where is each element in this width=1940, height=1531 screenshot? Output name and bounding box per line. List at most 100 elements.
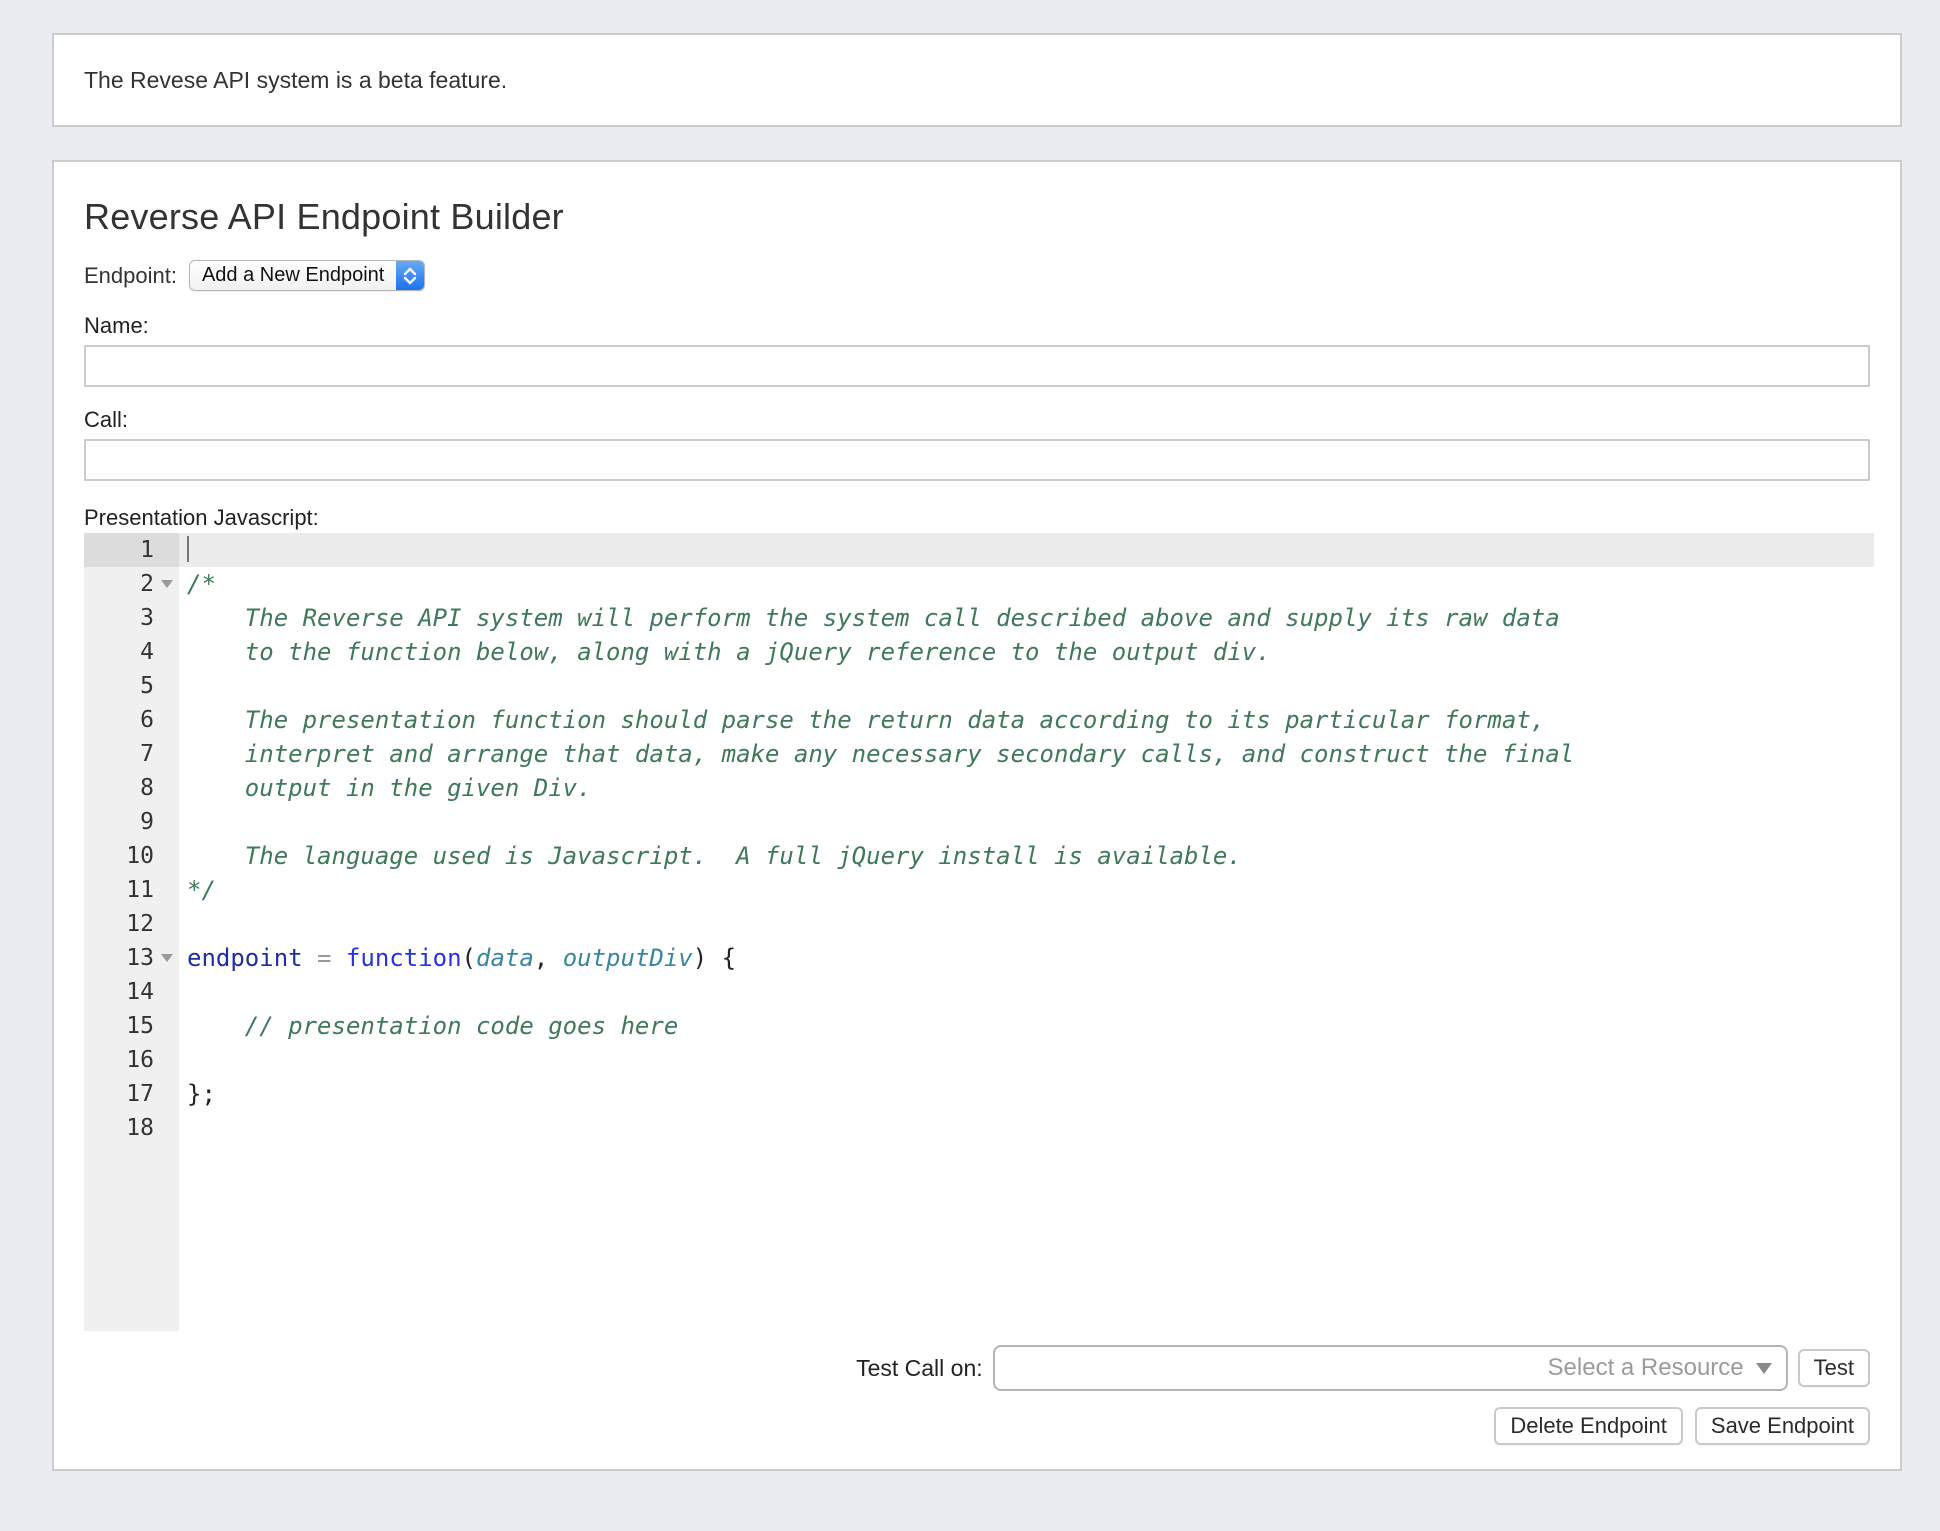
call-input[interactable] bbox=[84, 439, 1870, 481]
line-number: 3 bbox=[84, 601, 154, 635]
code-token: The Reverse API system will perform the … bbox=[187, 604, 1560, 632]
beta-notice-text: The Revese API system is a beta feature. bbox=[84, 67, 507, 94]
code-line[interactable]: 13 endpoint = function(data, outputDiv) { bbox=[84, 941, 1874, 975]
name-input[interactable] bbox=[84, 345, 1870, 387]
fold-column bbox=[154, 567, 179, 601]
code-text: // presentation code goes here bbox=[179, 1009, 1874, 1043]
code-lines: 12 /* 3 The Reverse API system will perfor… bbox=[84, 533, 1874, 1145]
code-token: /* bbox=[187, 570, 216, 598]
gutter-cell: 14 bbox=[84, 975, 179, 1009]
line-number: 18 bbox=[84, 1111, 154, 1145]
code-token: The language used is Javascript. A full … bbox=[187, 842, 1242, 870]
code-text bbox=[179, 907, 1874, 941]
code-token: }; bbox=[187, 1080, 216, 1108]
code-token: outputDiv bbox=[563, 944, 693, 972]
code-line[interactable]: 5 bbox=[84, 669, 1874, 703]
call-label: Call: bbox=[84, 407, 1870, 433]
code-token: endpoint bbox=[187, 944, 303, 972]
endpoint-row: Endpoint: Add a New Endpoint bbox=[84, 260, 1870, 291]
save-endpoint-button[interactable]: Save Endpoint bbox=[1695, 1407, 1870, 1445]
delete-endpoint-button[interactable]: Delete Endpoint bbox=[1494, 1407, 1683, 1445]
code-line[interactable]: 6 The presentation function should parse… bbox=[84, 703, 1874, 737]
fold-column bbox=[154, 941, 179, 975]
code-text bbox=[179, 1043, 1874, 1077]
code-line[interactable]: 15 // presentation code goes here bbox=[84, 1009, 1874, 1043]
code-line[interactable]: 17}; bbox=[84, 1077, 1874, 1111]
code-line[interactable]: 16 bbox=[84, 1043, 1874, 1077]
code-line[interactable]: 1 bbox=[84, 533, 1874, 567]
fold-column bbox=[154, 975, 179, 1009]
gutter-cell: 7 bbox=[84, 737, 179, 771]
code-line[interactable]: 7 interpret and arrange that data, make … bbox=[84, 737, 1874, 771]
code-line[interactable]: 8 output in the given Div. bbox=[84, 771, 1874, 805]
code-token: ( bbox=[462, 944, 476, 972]
name-label: Name: bbox=[84, 313, 1870, 339]
line-number: 6 bbox=[84, 703, 154, 737]
line-number: 9 bbox=[84, 805, 154, 839]
line-number: 5 bbox=[84, 669, 154, 703]
fold-arrow-icon[interactable] bbox=[161, 954, 173, 962]
code-line[interactable]: 14 bbox=[84, 975, 1874, 1009]
fold-column bbox=[154, 669, 179, 703]
gutter-cell: 2 bbox=[84, 567, 179, 601]
code-editor[interactable]: 12 /* 3 The Reverse API system will perfor… bbox=[84, 533, 1874, 1331]
gutter-cell: 6 bbox=[84, 703, 179, 737]
code-token: output in the given Div. bbox=[187, 774, 592, 802]
fold-column bbox=[154, 1077, 179, 1111]
endpoint-select-value: Add a New Endpoint bbox=[190, 261, 396, 290]
code-text: to the function below, along with a jQue… bbox=[179, 635, 1874, 669]
endpoint-select[interactable]: Add a New Endpoint bbox=[189, 260, 425, 291]
line-number: 4 bbox=[84, 635, 154, 669]
code-text bbox=[179, 669, 1874, 703]
code-line[interactable]: 2 /* bbox=[84, 567, 1874, 601]
code-token bbox=[303, 944, 317, 972]
code-text bbox=[179, 975, 1874, 1009]
test-call-label: Test Call on: bbox=[856, 1355, 983, 1382]
code-line[interactable]: 11 */ bbox=[84, 873, 1874, 907]
code-token: The presentation function should parse t… bbox=[187, 706, 1545, 734]
fold-column bbox=[154, 805, 179, 839]
line-number: 14 bbox=[84, 975, 154, 1009]
code-token: */ bbox=[187, 876, 216, 904]
fold-arrow-icon[interactable] bbox=[161, 580, 173, 588]
code-text bbox=[179, 533, 1874, 567]
gutter-cell: 17 bbox=[84, 1077, 179, 1111]
code-line[interactable]: 9 bbox=[84, 805, 1874, 839]
code-line[interactable]: 10 The language used is Javascript. A fu… bbox=[84, 839, 1874, 873]
resource-combobox[interactable]: Select a Resource bbox=[993, 1345, 1788, 1391]
actions-row: Delete Endpoint Save Endpoint bbox=[84, 1407, 1870, 1445]
gutter-cell: 18 bbox=[84, 1111, 179, 1145]
code-token: interpret and arrange that data, make an… bbox=[187, 740, 1574, 768]
code-token bbox=[332, 944, 346, 972]
fold-column bbox=[154, 635, 179, 669]
fold-column bbox=[154, 873, 179, 907]
fold-column bbox=[154, 533, 179, 567]
gutter-cell: 4 bbox=[84, 635, 179, 669]
code-text: endpoint = function(data, outputDiv) { bbox=[179, 941, 1874, 975]
gutter-cell: 1 bbox=[84, 533, 179, 567]
line-number: 1 bbox=[84, 533, 154, 567]
line-number: 15 bbox=[84, 1009, 154, 1043]
endpoint-label: Endpoint: bbox=[84, 263, 177, 289]
fold-column bbox=[154, 737, 179, 771]
fold-column bbox=[154, 771, 179, 805]
code-line[interactable]: 4 to the function below, along with a jQ… bbox=[84, 635, 1874, 669]
code-text bbox=[179, 805, 1874, 839]
fold-column bbox=[154, 601, 179, 635]
gutter-cell: 13 bbox=[84, 941, 179, 975]
gutter-cell: 12 bbox=[84, 907, 179, 941]
line-number: 8 bbox=[84, 771, 154, 805]
fold-column bbox=[154, 907, 179, 941]
code-line[interactable]: 12 bbox=[84, 907, 1874, 941]
gutter-cell: 9 bbox=[84, 805, 179, 839]
test-button[interactable]: Test bbox=[1798, 1349, 1870, 1387]
code-text: The Reverse API system will perform the … bbox=[179, 601, 1874, 635]
line-number: 13 bbox=[84, 941, 154, 975]
code-line[interactable]: 3 The Reverse API system will perform th… bbox=[84, 601, 1874, 635]
line-number: 7 bbox=[84, 737, 154, 771]
code-token: = bbox=[317, 944, 331, 972]
code-line[interactable]: 18 bbox=[84, 1111, 1874, 1145]
gutter-cell: 11 bbox=[84, 873, 179, 907]
fold-column bbox=[154, 1043, 179, 1077]
code-text: /* bbox=[179, 567, 1874, 601]
